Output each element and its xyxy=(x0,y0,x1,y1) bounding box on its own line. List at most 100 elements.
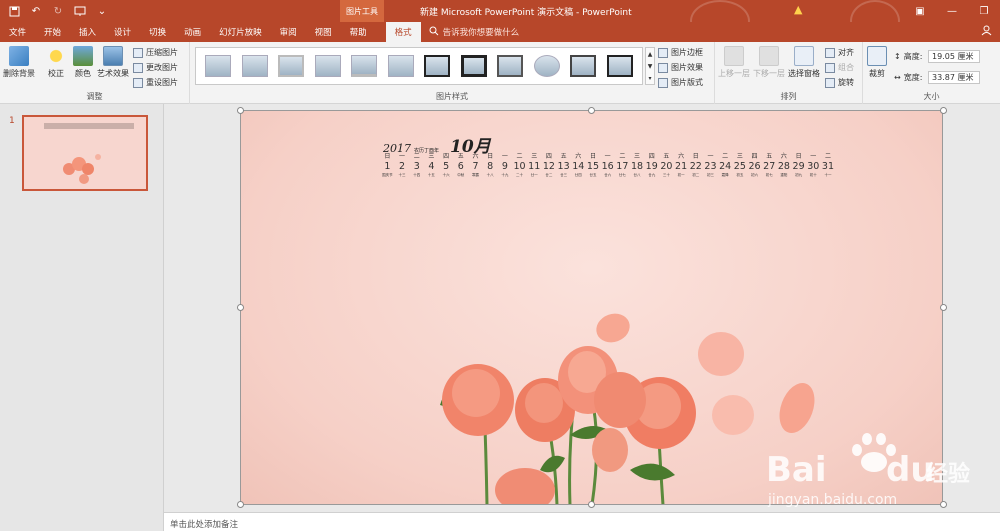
height-input[interactable]: 19.05 厘米 xyxy=(928,50,980,63)
bring-forward-button[interactable]: 上移一层 xyxy=(718,46,750,79)
tab-help[interactable]: 帮助 xyxy=(341,22,376,42)
resize-handle-bottom[interactable] xyxy=(588,501,595,508)
selection-pane-icon xyxy=(794,46,814,66)
picture-style-thumb[interactable] xyxy=(424,55,451,77)
ribbon-display-button[interactable]: ▣ xyxy=(904,0,936,22)
size-group: 裁剪 ↕ 高度: 19.05 厘米 ↔ 宽度: 33.87 厘米 大小 xyxy=(863,42,1000,104)
compress-icon xyxy=(133,47,143,58)
user-icon[interactable] xyxy=(981,25,992,39)
reset-picture-button[interactable]: 重设图片 xyxy=(133,77,178,88)
rotate-button[interactable]: 旋转 xyxy=(825,77,854,88)
slide-number: 1 xyxy=(9,116,15,126)
resize-handle-left[interactable] xyxy=(237,304,244,311)
height-icon: ↕ xyxy=(894,52,901,61)
picture-style-thumb[interactable] xyxy=(570,55,597,77)
tab-view[interactable]: 视图 xyxy=(306,22,341,42)
window-controls: ▣ — ❐ xyxy=(904,0,1000,22)
width-input[interactable]: 33.87 厘米 xyxy=(928,71,980,84)
picture-effects-button[interactable]: 图片效果 xyxy=(658,62,703,73)
resize-handle-right[interactable] xyxy=(940,304,947,311)
watermark-brand-cn: 经验 xyxy=(926,462,971,487)
picture-style-thumb[interactable] xyxy=(606,55,633,77)
maximize-button[interactable]: ❐ xyxy=(968,0,1000,22)
bring-forward-icon xyxy=(724,46,744,66)
picture-style-thumb[interactable] xyxy=(497,55,524,77)
adjust-group: 删除背景 校正 颜色 艺术效果 压缩图片 更改图片 重设图片 调整 xyxy=(0,42,190,104)
chevron-down-icon[interactable]: ⌄ xyxy=(94,3,110,19)
tab-design[interactable]: 设计 xyxy=(105,22,140,42)
tab-slideshow[interactable]: 幻灯片放映 xyxy=(210,22,271,42)
watermark: Bai du 经验 jingyan.baidu.com xyxy=(766,430,976,520)
width-icon: ↔ xyxy=(894,73,901,82)
notes-placeholder: 单击此处添加备注 xyxy=(170,520,239,530)
scroll-up-icon[interactable]: ▲ xyxy=(648,51,653,58)
watermark-url: jingyan.baidu.com xyxy=(768,492,898,508)
warning-icon[interactable]: ▲ xyxy=(794,3,802,16)
send-backward-icon xyxy=(759,46,779,66)
picture-style-thumb[interactable] xyxy=(241,55,268,77)
tab-animations[interactable]: 动画 xyxy=(175,22,210,42)
resize-handle-top[interactable] xyxy=(588,107,595,114)
width-label: ↔ 宽度: xyxy=(894,73,923,82)
picture-layout-button[interactable]: 图片版式 xyxy=(658,77,703,88)
tab-format[interactable]: 格式 xyxy=(385,22,421,42)
change-picture-button[interactable]: 更改图片 xyxy=(133,62,178,73)
picture-style-thumb[interactable] xyxy=(387,55,414,77)
resize-handle-top-right[interactable] xyxy=(940,107,947,114)
align-button[interactable]: 对齐 xyxy=(825,47,854,58)
tell-me-search[interactable]: 告诉我你想要做什么 xyxy=(429,26,519,39)
group-button[interactable]: 组合 xyxy=(825,62,854,73)
picture-styles-gallery xyxy=(195,47,643,85)
tab-transitions[interactable]: 切换 xyxy=(140,22,175,42)
tab-insert[interactable]: 插入 xyxy=(70,22,105,42)
slide-thumbnail-preview xyxy=(44,123,134,184)
color-button[interactable]: 颜色 xyxy=(73,46,93,79)
search-icon xyxy=(429,26,439,39)
remove-background-button[interactable]: 删除背景 xyxy=(3,46,35,79)
resize-handle-top-left[interactable] xyxy=(237,107,244,114)
picture-border-button[interactable]: 图片边框 xyxy=(658,47,703,58)
crop-icon xyxy=(867,46,887,66)
slide-thumbnail-pane: 1 xyxy=(0,104,164,531)
layout-icon xyxy=(658,77,668,88)
art-effects-button[interactable]: 艺术效果 xyxy=(97,46,129,79)
watermark-brand: Bai xyxy=(766,450,827,490)
selection-pane-button[interactable]: 选择窗格 xyxy=(788,46,820,79)
crop-button[interactable]: 裁剪 xyxy=(867,46,887,79)
picture-styles-label: 图片样式 xyxy=(436,92,468,101)
color-icon xyxy=(73,46,93,66)
gallery-scroll[interactable]: ▲ ▼ ▾ xyxy=(645,47,655,85)
arrange-group: 上移一层 下移一层 选择窗格 对齐 组合 旋转 排列 xyxy=(715,42,863,104)
scroll-down-icon[interactable]: ▼ xyxy=(648,63,653,70)
title-bar: ↶ ↻ ⌄ 图片工具 新建 Microsoft PowerPoint 演示文稿 … xyxy=(0,0,1000,42)
picture-style-thumb[interactable] xyxy=(533,55,560,77)
picture-style-thumb[interactable] xyxy=(351,55,378,77)
redo-icon[interactable]: ↻ xyxy=(50,3,66,19)
picture-style-thumb[interactable] xyxy=(278,55,305,77)
undo-icon[interactable]: ↶ xyxy=(28,3,44,19)
compress-pictures-button[interactable]: 压缩图片 xyxy=(133,47,178,58)
arrange-group-label: 排列 xyxy=(780,92,797,101)
height-label: ↕ 高度: xyxy=(894,52,923,61)
align-icon xyxy=(825,47,835,58)
effects-icon xyxy=(658,62,668,73)
ribbon-tabs: 文件 开始 插入 设计 切换 动画 幻灯片放映 审阅 视图 帮助 格式 告诉我你… xyxy=(0,22,1000,42)
correct-button[interactable]: 校正 xyxy=(46,46,66,79)
tab-home[interactable]: 开始 xyxy=(35,22,70,42)
minimize-button[interactable]: — xyxy=(936,0,968,22)
context-tab-group: 图片工具 xyxy=(340,0,384,22)
rotate-icon xyxy=(825,77,835,88)
present-icon[interactable] xyxy=(72,3,88,19)
picture-style-thumb[interactable] xyxy=(460,55,487,77)
quick-access-toolbar: ↶ ↻ ⌄ xyxy=(6,3,110,19)
sun-icon xyxy=(46,46,66,66)
send-backward-button[interactable]: 下移一层 xyxy=(753,46,785,79)
save-icon[interactable] xyxy=(6,3,22,19)
picture-style-thumb[interactable] xyxy=(205,55,232,77)
tab-review[interactable]: 审阅 xyxy=(271,22,306,42)
picture-style-thumb[interactable] xyxy=(314,55,341,77)
slide-thumbnail[interactable] xyxy=(22,115,148,191)
resize-handle-bottom-left[interactable] xyxy=(237,501,244,508)
gallery-more-icon[interactable]: ▾ xyxy=(648,75,651,82)
tab-file[interactable]: 文件 xyxy=(0,22,35,42)
